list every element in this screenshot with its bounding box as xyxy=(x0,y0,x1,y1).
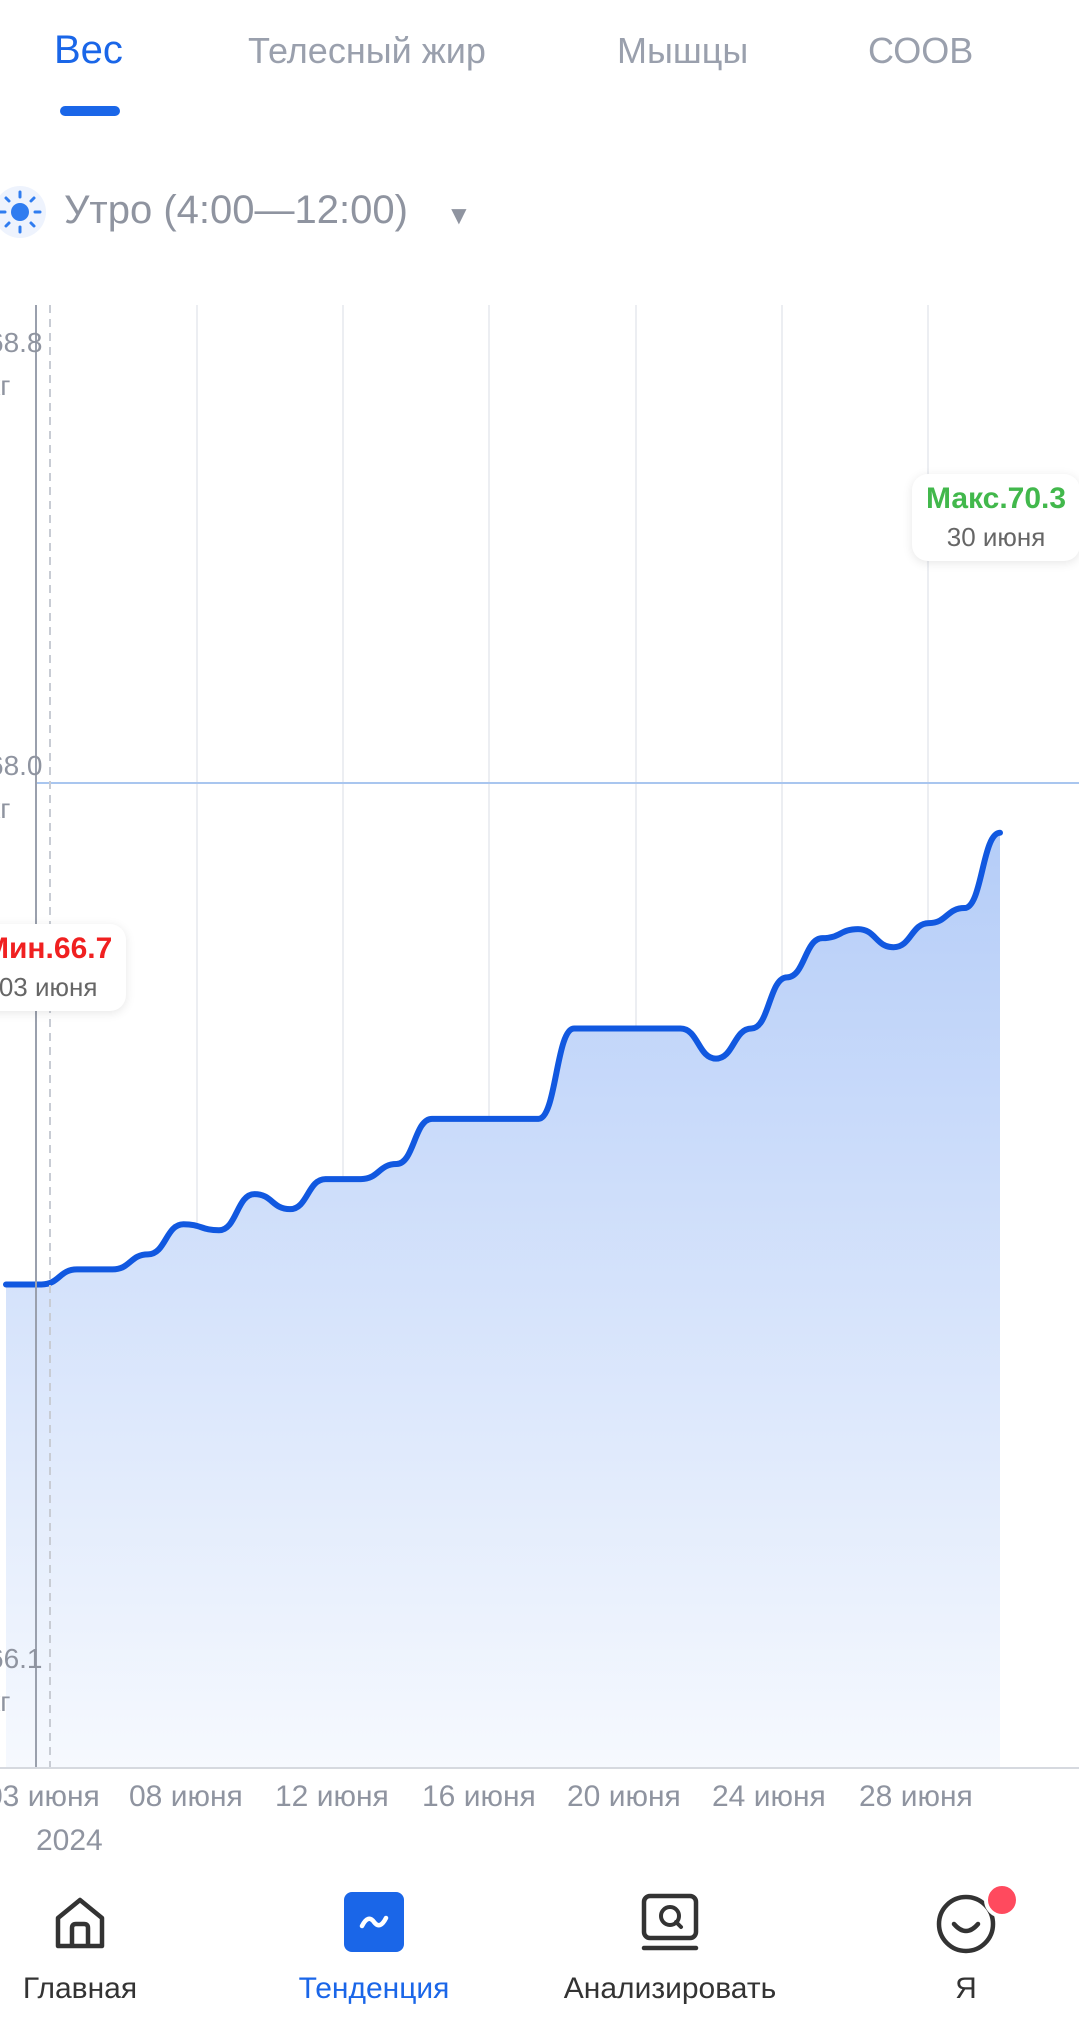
nav-label-profile: Я xyxy=(955,1972,977,2005)
max-value: Макс.70.3 xyxy=(926,482,1067,515)
x-tick-6: 28 июня xyxy=(859,1780,973,1813)
nav-label-home: Главная xyxy=(22,1972,138,2005)
y-label-mid: 68.0 xyxy=(0,750,43,781)
bottom-nav: Главная Тенденция Анализировать Я xyxy=(0,1870,1079,2032)
nav-trend[interactable]: Тенденция xyxy=(254,1870,494,2032)
min-tooltip: Мин.66.7 03 июня xyxy=(0,924,127,1011)
trend-icon xyxy=(344,1892,404,1952)
x-tick-2: 12 июня xyxy=(275,1780,389,1813)
y-unit-mid: кг xyxy=(0,793,11,824)
weight-trend-chart xyxy=(0,305,1079,1769)
nav-label-analyze: Анализировать xyxy=(563,1972,777,2005)
x-tick-5: 24 июня xyxy=(712,1780,826,1813)
x-tick-4: 20 июня xyxy=(567,1780,681,1813)
y-label-bottom: 66.1 xyxy=(0,1643,43,1674)
x-tick-0: 03 июня xyxy=(0,1780,100,1813)
max-tooltip: Макс.70.3 30 июня xyxy=(912,474,1079,561)
x-axis-year: 2024 xyxy=(36,1824,103,1857)
y-unit-top: кг xyxy=(0,370,11,401)
min-date: 03 июня xyxy=(0,972,98,1002)
y-unit-bottom: кг xyxy=(0,1686,11,1717)
home-icon xyxy=(55,1897,105,1949)
min-value: Мин.66.7 xyxy=(0,932,113,965)
nav-label-trend: Тенденция xyxy=(298,1972,450,2005)
y-label-top: 68.8 xyxy=(0,327,43,358)
x-tick-3: 16 июня xyxy=(422,1780,536,1813)
max-date: 30 июня xyxy=(946,522,1046,552)
nav-profile[interactable]: Я xyxy=(846,1870,1079,2032)
x-tick-1: 08 июня xyxy=(129,1780,243,1813)
analyze-icon xyxy=(641,1893,699,1951)
nav-home[interactable]: Главная xyxy=(0,1870,200,2032)
nav-analyze[interactable]: Анализировать xyxy=(550,1870,790,2032)
area-fill xyxy=(6,832,1000,1768)
notification-badge xyxy=(984,1882,1020,1918)
